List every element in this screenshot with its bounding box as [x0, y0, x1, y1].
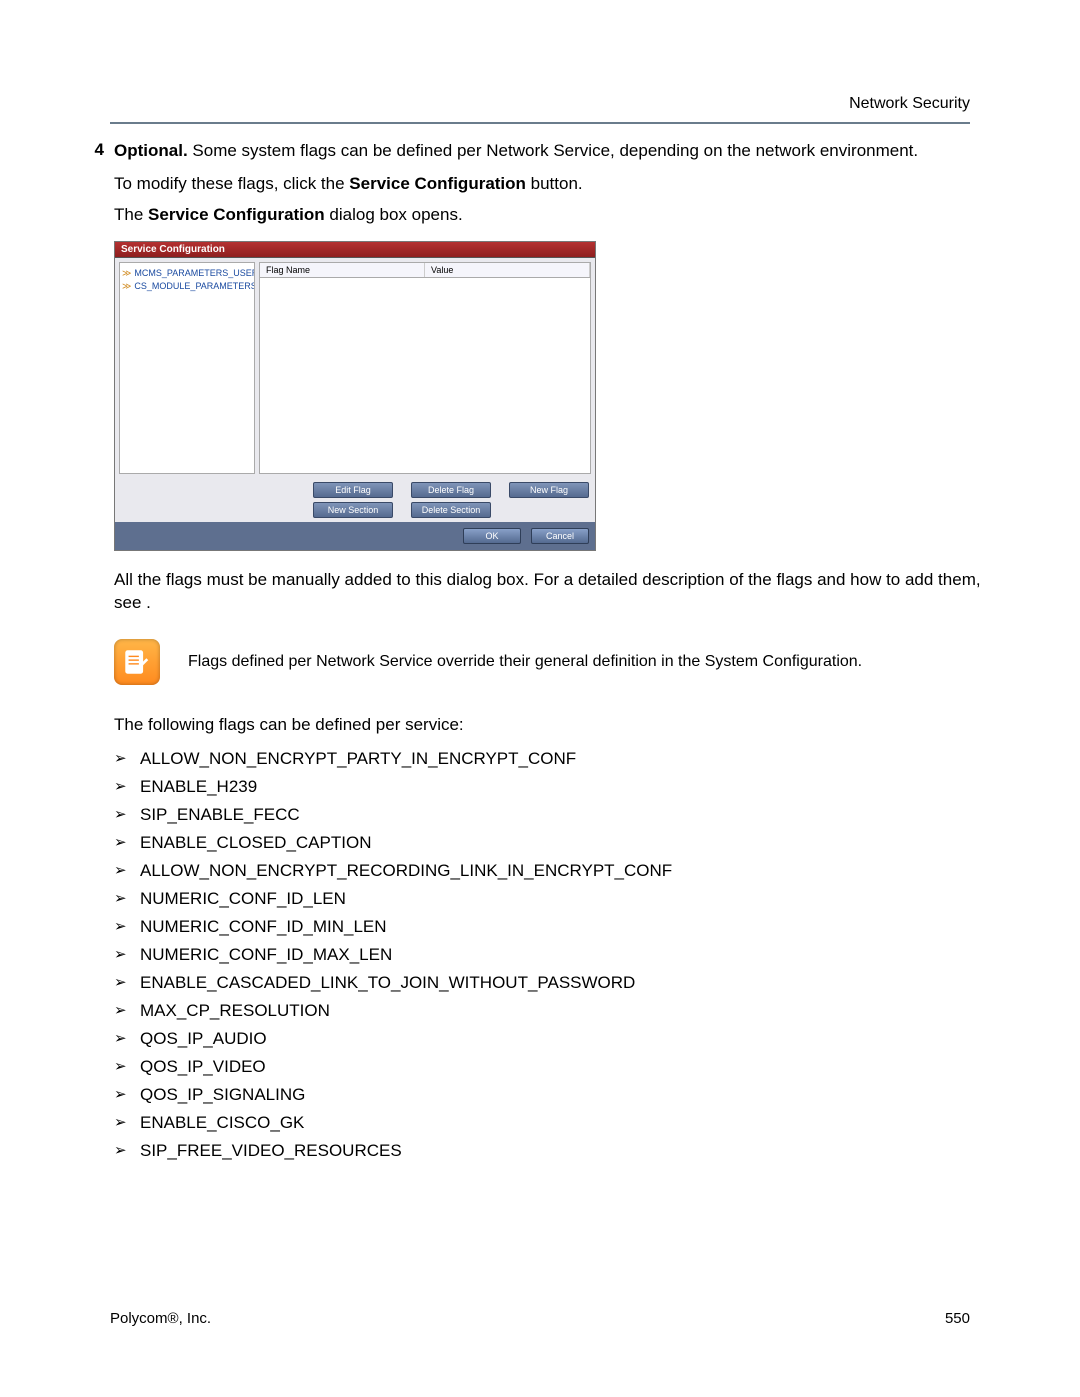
flag-item: ENABLE_H239: [114, 773, 1000, 801]
footer-page-number: 550: [945, 1310, 970, 1327]
col-value: Value: [425, 263, 590, 277]
text: dialog box opens.: [325, 205, 463, 224]
footer-company: Polycom®, Inc.: [110, 1310, 211, 1327]
dialog-button-rows: Edit Flag Delete Flag New Flag New Secti…: [115, 478, 595, 522]
dialog-table-grid[interactable]: [259, 278, 591, 474]
after-dialog-paragraph: All the flags must be manually added to …: [114, 569, 1000, 615]
tree-item[interactable]: ≫MCMS_PARAMETERS_USER: [122, 267, 252, 280]
edit-flag-button[interactable]: Edit Flag: [313, 482, 393, 498]
step-lead-rest: Some system flags can be defined per Net…: [188, 141, 918, 160]
step-open-line: The Service Configuration dialog box ope…: [114, 204, 1000, 227]
flag-item: ALLOW_NON_ENCRYPT_PARTY_IN_ENCRYPT_CONF: [114, 745, 1000, 773]
tree-item[interactable]: ≫CS_MODULE_PARAMETERS: [122, 280, 252, 293]
dialog-title-bar: Service Configuration: [115, 242, 595, 258]
tree-bullet-icon: ≫: [122, 268, 131, 278]
flag-item: QOS_IP_VIDEO: [114, 1053, 1000, 1081]
ok-button[interactable]: OK: [463, 528, 521, 544]
step-4: 4 Optional. Some system flags can be def…: [80, 140, 1000, 163]
delete-section-button[interactable]: Delete Section: [411, 502, 491, 518]
dialog-footer: OK Cancel: [115, 522, 595, 550]
col-flag-name: Flag Name: [260, 263, 425, 277]
new-section-button[interactable]: New Section: [313, 502, 393, 518]
text: button.: [526, 174, 583, 193]
tree-bullet-icon: ≫: [122, 281, 131, 291]
flags-list: ALLOW_NON_ENCRYPT_PARTY_IN_ENCRYPT_CONF …: [114, 745, 1000, 1165]
flag-item: MAX_CP_RESOLUTION: [114, 997, 1000, 1025]
delete-flag-button[interactable]: Delete Flag: [411, 482, 491, 498]
page-footer: Polycom®, Inc. 550: [110, 1310, 970, 1327]
flag-item: QOS_IP_AUDIO: [114, 1025, 1000, 1053]
flag-item: SIP_ENABLE_FECC: [114, 801, 1000, 829]
dialog-body: ≫MCMS_PARAMETERS_USER ≫CS_MODULE_PARAMET…: [115, 258, 595, 478]
flag-item: NUMERIC_CONF_ID_MAX_LEN: [114, 941, 1000, 969]
step-modify-line: To modify these flags, click the Service…: [114, 173, 1000, 196]
step-number: 4: [80, 140, 104, 160]
new-flag-button[interactable]: New Flag: [509, 482, 589, 498]
header-rule: [110, 122, 970, 124]
flag-item: NUMERIC_CONF_ID_MIN_LEN: [114, 913, 1000, 941]
flag-item: NUMERIC_CONF_ID_LEN: [114, 885, 1000, 913]
tree-item-label: CS_MODULE_PARAMETERS: [134, 281, 255, 291]
flag-item: ALLOW_NON_ENCRYPT_RECORDING_LINK_IN_ENCR…: [114, 857, 1000, 885]
note-icon: [114, 639, 160, 685]
flags-intro: The following flags can be defined per s…: [114, 715, 1000, 735]
step-body: Optional. Some system flags can be defin…: [114, 140, 1000, 163]
spacer: [509, 502, 587, 518]
page-content: 4 Optional. Some system flags can be def…: [80, 140, 1000, 1165]
text: The: [114, 205, 148, 224]
flag-item: SIP_FREE_VIDEO_RESOURCES: [114, 1137, 1000, 1165]
flag-item: ENABLE_CASCADED_LINK_TO_JOIN_WITHOUT_PAS…: [114, 969, 1000, 997]
flag-item: ENABLE_CLOSED_CAPTION: [114, 829, 1000, 857]
dialog-tree: ≫MCMS_PARAMETERS_USER ≫CS_MODULE_PARAMET…: [119, 262, 255, 474]
text: To modify these flags, click the: [114, 174, 349, 193]
service-config-bold: Service Configuration: [349, 174, 526, 193]
flag-item: QOS_IP_SIGNALING: [114, 1081, 1000, 1109]
notepad-pencil-icon: [122, 647, 152, 677]
cancel-button[interactable]: Cancel: [531, 528, 589, 544]
step-lead-bold: Optional.: [114, 141, 188, 160]
dialog-table-header: Flag Name Value: [259, 262, 591, 278]
flag-item: ENABLE_CISCO_GK: [114, 1109, 1000, 1137]
dialog-table-wrap: Flag Name Value: [259, 262, 591, 474]
service-config-bold: Service Configuration: [148, 205, 325, 224]
service-configuration-dialog: Service Configuration ≫MCMS_PARAMETERS_U…: [114, 241, 596, 551]
note-row: Flags defined per Network Service overri…: [114, 639, 1000, 685]
note-text: Flags defined per Network Service overri…: [188, 651, 862, 673]
document-page: Network Security 4 Optional. Some system…: [0, 0, 1080, 1397]
tree-item-label: MCMS_PARAMETERS_USER: [134, 268, 255, 278]
page-header-title: Network Security: [849, 95, 970, 113]
